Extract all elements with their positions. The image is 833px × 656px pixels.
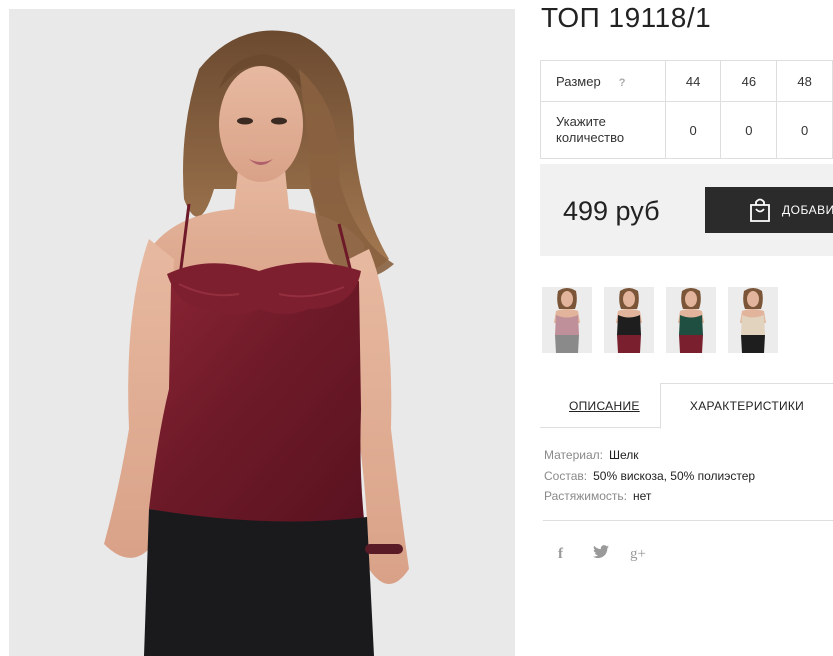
tab-description[interactable]: ОПИСАНИЕ — [569, 399, 640, 413]
quantity-input[interactable]: 0 — [776, 101, 833, 159]
size-option: 46 — [720, 60, 778, 102]
spec-value: 50% вискоза, 50% полиэстер — [593, 468, 756, 483]
quantity-label: Укажите количество — [540, 101, 666, 159]
size-option: 48 — [776, 60, 833, 102]
spec-key: Состав: — [544, 468, 588, 483]
size-label: Размер — [556, 73, 601, 89]
quantity-input[interactable]: 0 — [720, 101, 778, 159]
color-variant-thumb[interactable] — [542, 287, 592, 353]
specs-list: Материал: Шелк Состав: 50% вискоза, 50% по… — [544, 445, 755, 507]
add-to-cart-button[interactable]: ДОБАВИ — [705, 187, 833, 233]
facebook-icon[interactable]: f — [558, 544, 563, 564]
section-divider — [543, 520, 833, 521]
spec-row: Состав: 50% вискоза, 50% полиэстер — [544, 466, 755, 487]
spec-value: нет — [633, 489, 652, 503]
tabs-divider — [540, 427, 660, 428]
spec-row: Растяжимость: нет — [544, 486, 755, 507]
spec-value: Шелк — [608, 448, 639, 462]
size-option: 44 — [664, 60, 722, 102]
color-variant-thumb[interactable] — [666, 287, 716, 353]
color-variant-thumb[interactable] — [728, 287, 778, 353]
size-label-cell: Размер? — [540, 60, 666, 102]
twitter-icon[interactable] — [593, 545, 609, 565]
spec-row: Материал: Шелк — [544, 445, 755, 466]
color-variant-thumb[interactable] — [604, 287, 654, 353]
add-to-cart-label: ДОБАВИ — [782, 203, 833, 217]
spec-key: Материал: — [544, 448, 603, 462]
size-table: Размер? 44 46 48 Укажите количество 0 0 … — [540, 60, 833, 159]
googleplus-icon[interactable]: g+ — [630, 544, 646, 564]
product-price: 499 руб — [563, 196, 660, 226]
size-help-icon[interactable]: ? — [619, 77, 626, 89]
quantity-input[interactable]: 0 — [664, 101, 722, 159]
shopping-bag-icon — [748, 197, 772, 223]
model-photo — [9, 9, 515, 656]
price-box: 499 руб ДОБАВИ — [540, 164, 833, 256]
spec-key: Растяжимость: — [544, 489, 628, 503]
product-tabs: ОПИСАНИЕ ХАРАКТЕРИСТИКИ — [540, 383, 833, 429]
product-main-image[interactable] — [9, 9, 515, 656]
product-title: ТОП 19118/1 — [541, 2, 712, 33]
tab-characteristics[interactable]: ХАРАКТЕРИСТИКИ — [660, 383, 833, 429]
